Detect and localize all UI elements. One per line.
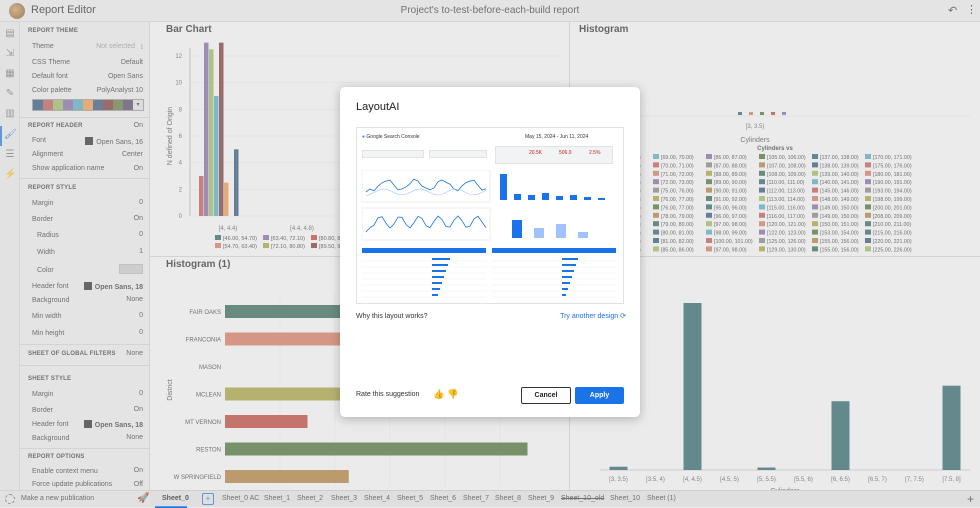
preview-bar bbox=[570, 195, 577, 200]
try-another-label: Try another design bbox=[560, 313, 619, 320]
preview-bar bbox=[556, 196, 563, 200]
preview-table-header bbox=[492, 248, 616, 253]
layoutai-dialog: LayoutAI ● Google Search Console May 15,… bbox=[340, 87, 640, 417]
apply-button[interactable]: Apply bbox=[575, 387, 624, 404]
preview-bar bbox=[578, 232, 588, 238]
preview-date-range: May 15, 2024 - Jun 11, 2024 bbox=[525, 134, 589, 140]
preview-bar bbox=[556, 224, 566, 238]
preview-cell-bar bbox=[432, 282, 442, 284]
preview-bar bbox=[598, 198, 605, 200]
preview-bar bbox=[512, 220, 522, 238]
dialog-title: LayoutAI bbox=[356, 101, 400, 113]
preview-panel bbox=[362, 170, 491, 203]
preview-bar bbox=[514, 194, 521, 200]
preview-cell-bar bbox=[562, 276, 572, 278]
preview-stat: 506.0 bbox=[559, 150, 572, 156]
preview-brand: ● Google Search Console bbox=[362, 134, 420, 140]
preview-bar bbox=[500, 174, 507, 200]
rate-label: Rate this suggestion bbox=[356, 391, 420, 398]
preview-table-header bbox=[362, 248, 486, 253]
try-another-design-button[interactable]: Try another design ⟳ bbox=[560, 312, 626, 320]
preview-bar bbox=[534, 228, 544, 238]
preview-cell-bar bbox=[562, 282, 570, 284]
why-layout-link[interactable]: Why this layout works? bbox=[356, 313, 428, 320]
preview-cell-bar bbox=[562, 270, 574, 272]
preview-cell-bar bbox=[432, 270, 446, 272]
preview-bar bbox=[542, 193, 549, 200]
preview-cell-bar bbox=[432, 258, 450, 260]
preview-cell-bar bbox=[432, 276, 444, 278]
preview-bar bbox=[528, 195, 535, 200]
layout-preview: ● Google Search Console May 15, 2024 - J… bbox=[356, 127, 624, 304]
refresh-icon: ⟳ bbox=[620, 313, 626, 320]
preview-bar bbox=[584, 197, 591, 200]
preview-stat: 2.5% bbox=[589, 150, 601, 156]
preview-filter bbox=[362, 150, 424, 158]
preview-cell-bar bbox=[562, 288, 568, 290]
preview-charts bbox=[362, 170, 616, 298]
preview-stat: 20.5K bbox=[529, 150, 543, 156]
preview-cell-bar bbox=[432, 288, 440, 290]
thumbs-down-icon[interactable]: 👎 bbox=[447, 389, 458, 400]
report-editor-app: Report Editor Project's to-test-before-e… bbox=[0, 0, 980, 508]
preview-cell-bar bbox=[432, 264, 448, 266]
cancel-button[interactable]: Cancel bbox=[521, 387, 571, 404]
preview-cell-bar bbox=[562, 264, 576, 266]
thumbs-up-icon[interactable]: 👍 bbox=[433, 389, 444, 400]
preview-cell-bar bbox=[562, 294, 566, 296]
preview-filter bbox=[429, 150, 487, 158]
preview-cell-bar bbox=[562, 258, 578, 260]
preview-cell-bar bbox=[432, 294, 438, 296]
preview-brand-text: Google Search Console bbox=[366, 134, 420, 140]
